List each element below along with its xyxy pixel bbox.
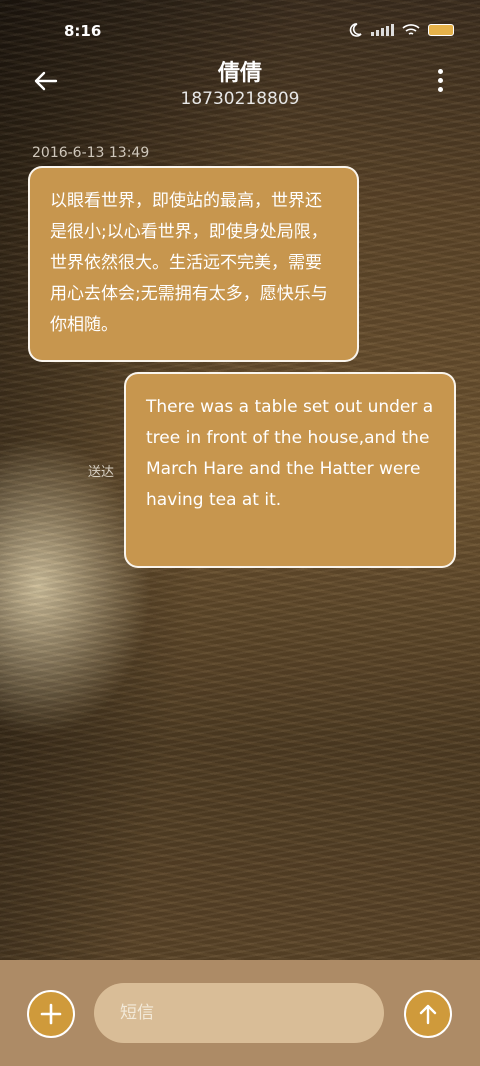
incoming-message-bubble[interactable]: 以眼看世界，即使站的最高，世界还是很小;以心看世界，即使身处局限，世界依然很大。… — [28, 166, 359, 362]
battery-icon — [428, 24, 454, 36]
more-options-button[interactable] — [436, 69, 444, 95]
moon-icon — [349, 23, 362, 37]
wifi-icon — [402, 24, 420, 35]
more-vertical-icon — [437, 69, 443, 74]
status-time: 8:16 — [64, 22, 102, 40]
signal-icon — [371, 24, 394, 36]
outgoing-message-bubble[interactable]: There was a table set out under a tree i… — [124, 372, 456, 568]
arrow-up-icon — [419, 1004, 437, 1025]
message-timestamp: 2016-6-13 13:49 — [32, 145, 150, 161]
plus-icon — [40, 1003, 62, 1025]
contact-number: 18730218809 — [180, 89, 300, 109]
add-attachment-button[interactable] — [27, 990, 75, 1038]
sms-input[interactable] — [94, 983, 384, 1043]
conversation-header: 倩倩 18730218809 — [0, 55, 480, 125]
contact-name: 倩倩 — [217, 61, 262, 86]
delivery-status: 送达 — [88, 465, 115, 480]
status-icons — [347, 22, 454, 38]
send-button[interactable] — [404, 990, 452, 1038]
message-composer — [0, 960, 480, 1066]
status-bar: 8:16 — [0, 0, 480, 60]
